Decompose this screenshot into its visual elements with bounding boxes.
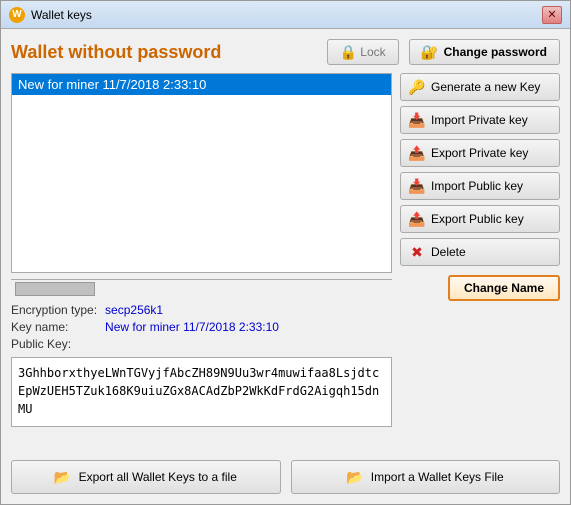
main-content: Wallet without password 🔒 Lock 🔐 Change …: [1, 29, 570, 504]
title-bar: W Wallet keys ✕: [1, 1, 570, 29]
export-private-key-button[interactable]: 📤 Export Private key: [400, 139, 560, 167]
generate-new-key-button[interactable]: 🔑 Generate a new Key: [400, 73, 560, 101]
delete-button[interactable]: ✖ Delete: [400, 238, 560, 266]
import-wallet-button[interactable]: 📂 Import a Wallet Keys File: [291, 460, 561, 494]
keyname-label: Key name:: [11, 320, 97, 334]
generate-key-icon: 🔑: [409, 79, 425, 95]
import-private-key-label: Import Private key: [431, 113, 528, 127]
export-public-key-label: Export Public key: [431, 212, 524, 226]
export-wallet-label: Export all Wallet Keys to a file: [79, 470, 237, 484]
app-icon: W: [9, 7, 25, 23]
import-private-key-button[interactable]: 📥 Import Private key: [400, 106, 560, 134]
close-button[interactable]: ✕: [542, 6, 562, 24]
key-list[interactable]: New for miner 11/7/2018 2:33:10: [11, 73, 392, 273]
change-name-button[interactable]: Change Name: [448, 275, 560, 301]
export-private-key-label: Export Private key: [431, 146, 528, 160]
left-panel: New for miner 11/7/2018 2:33:10 Encrypti…: [11, 73, 392, 448]
window-title: Wallet keys: [31, 8, 542, 22]
import-wallet-icon: 📂: [347, 469, 363, 485]
export-private-key-icon: 📤: [409, 145, 425, 161]
export-wallet-icon: 📂: [55, 469, 71, 485]
top-row: Wallet without password 🔒 Lock 🔐 Change …: [11, 39, 560, 65]
password-icon: 🔐: [422, 44, 438, 60]
export-wallet-button[interactable]: 📂 Export all Wallet Keys to a file: [11, 460, 281, 494]
wallet-keys-window: W Wallet keys ✕ Wallet without password …: [0, 0, 571, 505]
keyname-value: New for miner 11/7/2018 2:33:10: [105, 320, 392, 334]
list-item[interactable]: New for miner 11/7/2018 2:33:10: [12, 74, 391, 95]
publickey-value: [105, 337, 392, 351]
import-private-key-icon: 📥: [409, 112, 425, 128]
delete-label: Delete: [431, 245, 466, 259]
public-key-text: 3GhhborxthyeLWnTGVyjfAbcZH89N9Uu3wr4muwi…: [18, 366, 379, 416]
right-panel: 🔑 Generate a new Key 📥 Import Private ke…: [400, 73, 560, 448]
lock-icon: 🔒: [340, 44, 356, 60]
change-password-button[interactable]: 🔐 Change password: [409, 39, 560, 65]
change-name-label: Change Name: [464, 281, 544, 295]
change-password-label: Change password: [444, 45, 547, 59]
wallet-title: Wallet without password: [11, 42, 317, 63]
scrollbar-thumb[interactable]: [15, 282, 95, 296]
import-public-key-label: Import Public key: [431, 179, 523, 193]
bottom-row: 📂 Export all Wallet Keys to a file 📂 Imp…: [11, 460, 560, 494]
lock-button[interactable]: 🔒 Lock: [327, 39, 398, 65]
horizontal-scrollbar[interactable]: [11, 279, 392, 297]
delete-icon: ✖: [409, 244, 425, 260]
main-area: New for miner 11/7/2018 2:33:10 Encrypti…: [11, 73, 560, 448]
import-public-key-icon: 📥: [409, 178, 425, 194]
export-public-key-button[interactable]: 📤 Export Public key: [400, 205, 560, 233]
lock-label: Lock: [360, 45, 385, 59]
publickey-label: Public Key:: [11, 337, 97, 351]
public-key-box: 3GhhborxthyeLWnTGVyjfAbcZH89N9Uu3wr4muwi…: [11, 357, 392, 427]
key-list-item-label: New for miner 11/7/2018 2:33:10: [18, 77, 206, 92]
key-info-grid: Encryption type: secp256k1 Key name: New…: [11, 303, 392, 351]
import-wallet-label: Import a Wallet Keys File: [371, 470, 504, 484]
encryption-label: Encryption type:: [11, 303, 97, 317]
change-name-container: Change Name: [400, 275, 560, 301]
import-public-key-button[interactable]: 📥 Import Public key: [400, 172, 560, 200]
encryption-value: secp256k1: [105, 303, 392, 317]
generate-new-key-label: Generate a new Key: [431, 80, 540, 94]
export-public-key-icon: 📤: [409, 211, 425, 227]
